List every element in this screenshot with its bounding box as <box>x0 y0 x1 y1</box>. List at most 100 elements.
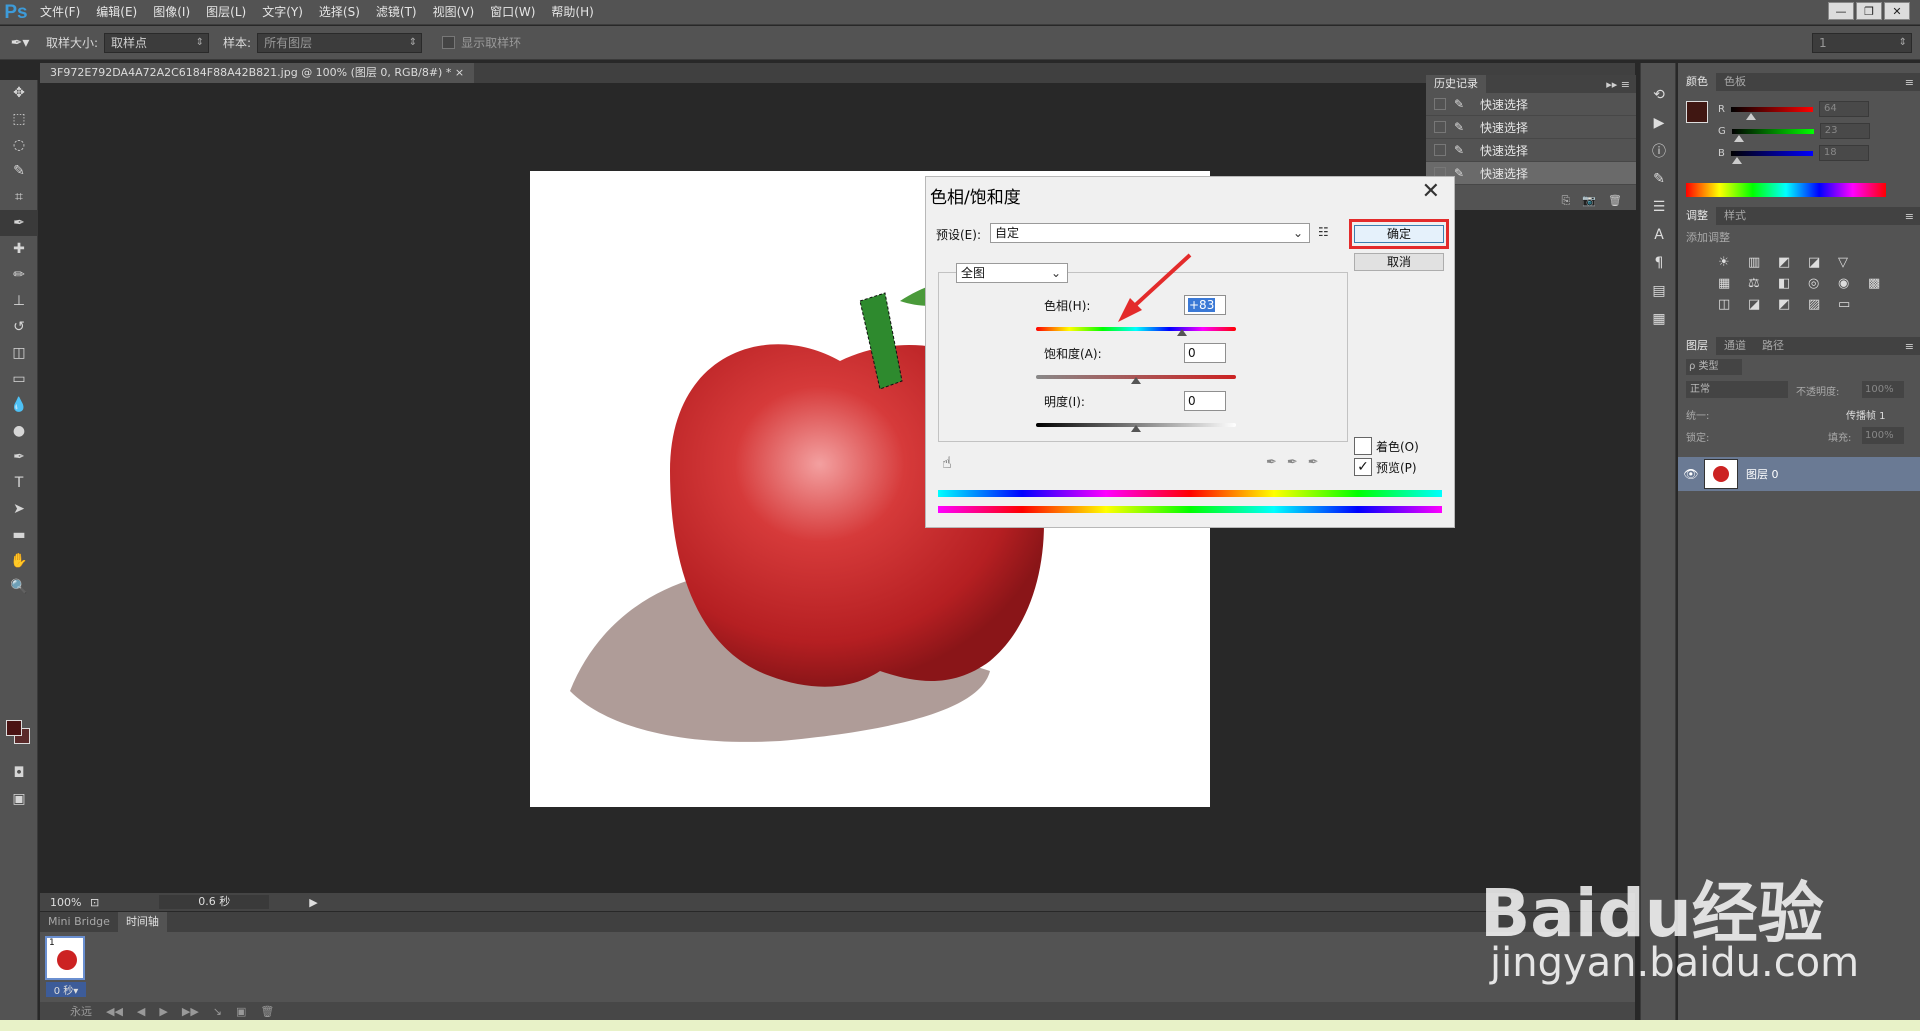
foreground-color-swatch[interactable] <box>6 720 22 736</box>
workspace-select[interactable]: 1 <box>1812 33 1912 53</box>
tab-mini-bridge[interactable]: Mini Bridge <box>40 912 118 932</box>
marquee-tool-icon[interactable]: ⬚ <box>0 106 38 132</box>
delete-icon[interactable]: 🗑 <box>1608 194 1622 210</box>
adjustment-icon[interactable]: ◧ <box>1778 276 1802 291</box>
preview-checkbox[interactable]: ✓ <box>1354 458 1372 476</box>
actions-dock-icon[interactable]: ▶ <box>1641 109 1677 137</box>
layer-kind-filter[interactable]: ρ 类型 <box>1686 359 1742 375</box>
channel-track[interactable] <box>1730 150 1813 156</box>
adjustment-icon[interactable]: ▭ <box>1838 297 1862 312</box>
propagate-frame-label[interactable]: 传播帧 1 <box>1846 407 1886 422</box>
preset-options-icon[interactable]: ☷ <box>1318 225 1329 239</box>
adjustment-icon[interactable]: ◫ <box>1718 297 1742 312</box>
brush-dock-icon[interactable]: ✎ <box>1641 165 1677 193</box>
adjustment-icon[interactable]: ◩ <box>1778 297 1802 312</box>
tween-icon[interactable]: ↘ <box>213 1005 222 1018</box>
channel-track[interactable] <box>1730 106 1813 112</box>
lasso-tool-icon[interactable]: ◌ <box>0 132 38 158</box>
menu-item[interactable]: 图层(L) <box>198 0 254 25</box>
history-snapshot-box[interactable] <box>1434 144 1446 156</box>
zoom-tool-icon[interactable]: 🔍 <box>0 574 38 600</box>
layer-row[interactable]: 👁 图层 0 <box>1678 457 1920 491</box>
tab-adjustments[interactable]: 调整 <box>1678 207 1716 225</box>
history-dock-icon[interactable]: ⟲ <box>1641 81 1677 109</box>
character-dock-icon[interactable]: A <box>1641 221 1677 249</box>
channel-value[interactable]: 64 <box>1818 101 1869 117</box>
brush-presets-dock-icon[interactable]: ☰ <box>1641 193 1677 221</box>
close-button[interactable]: ✕ <box>1884 2 1910 20</box>
play-icon[interactable]: ▶ <box>159 1005 167 1018</box>
history-brush-tool-icon[interactable]: ↺ <box>0 314 38 340</box>
restore-button[interactable]: ❐ <box>1856 2 1882 20</box>
healing-tool-icon[interactable]: ✚ <box>0 236 38 262</box>
stamp-tool-icon[interactable]: ⊥ <box>0 288 38 314</box>
adjustment-icon[interactable]: ⚖ <box>1748 276 1772 291</box>
menu-item[interactable]: 选择(S) <box>311 0 368 25</box>
dialog-close-icon[interactable]: ✕ <box>1422 179 1440 204</box>
color-menu-icon[interactable]: ≡ <box>1905 76 1920 89</box>
adjustment-icon[interactable]: ▽ <box>1838 255 1862 270</box>
document-tab[interactable]: 3F972E792DA4A72A2C6184F88A42B821.jpg @ 1… <box>40 63 475 83</box>
lightness-input[interactable]: 0 <box>1184 391 1226 411</box>
adjustment-icon[interactable] <box>1868 297 1892 312</box>
quick-select-tool-icon[interactable]: ✎ <box>0 158 38 184</box>
channel-select[interactable]: 全图 ⌄ <box>956 263 1068 283</box>
notes-dock-icon[interactable]: ▦ <box>1641 305 1677 333</box>
move-tool-icon[interactable]: ✥ <box>0 80 38 106</box>
tab-channels[interactable]: 通道 <box>1716 337 1754 355</box>
snapshot-icon[interactable]: 📷 <box>1582 194 1596 210</box>
loop-select[interactable]: 永远 <box>70 1003 92 1019</box>
duplicate-frame-icon[interactable]: ▣ <box>236 1005 246 1018</box>
first-frame-icon[interactable]: ◀◀ <box>106 1005 123 1018</box>
zoom-level[interactable]: 100% <box>40 896 90 909</box>
fg-color-box[interactable] <box>1686 101 1708 123</box>
path-select-tool-icon[interactable]: ➤ <box>0 496 38 522</box>
menu-item[interactable]: 文件(F) <box>32 0 88 25</box>
brush-tool-icon[interactable]: ✏ <box>0 262 38 288</box>
menu-item[interactable]: 窗口(W) <box>482 0 543 25</box>
eyedropper-tool-icon[interactable]: ✒ <box>0 210 38 236</box>
status-info-icon[interactable]: ⊡ <box>90 896 99 909</box>
tab-color[interactable]: 颜色 <box>1678 73 1716 91</box>
screen-mode-icon[interactable]: ▣ <box>0 786 38 812</box>
sample-size-select[interactable]: 取样点 <box>104 32 210 53</box>
history-item[interactable]: ✎ 快速选择 <box>1426 116 1636 139</box>
adjustment-icon[interactable]: ▩ <box>1868 276 1892 291</box>
adjust-menu-icon[interactable]: ≡ <box>1905 210 1920 223</box>
info-dock-icon[interactable]: ⓘ <box>1641 137 1677 165</box>
layers-menu-icon[interactable]: ≡ <box>1905 340 1920 353</box>
paragraph-dock-icon[interactable]: ¶ <box>1641 249 1677 277</box>
fill-input[interactable]: 100% <box>1862 427 1904 444</box>
saturation-input[interactable]: 0 <box>1184 343 1226 363</box>
adjustment-icon[interactable] <box>1868 255 1892 270</box>
channel-track[interactable] <box>1731 128 1814 134</box>
pen-tool-icon[interactable]: ✒ <box>0 444 38 470</box>
eyedropper-icon[interactable]: ✒▾ <box>0 35 40 51</box>
adjustment-icon[interactable]: ◪ <box>1748 297 1772 312</box>
hand-tool-icon[interactable]: ✋ <box>0 548 38 574</box>
tab-styles[interactable]: 样式 <box>1716 207 1754 225</box>
timeline-frame[interactable]: 1 <box>45 936 85 980</box>
shape-tool-icon[interactable]: ▬ <box>0 522 38 548</box>
type-tool-icon[interactable]: T <box>0 470 38 496</box>
status-arrow-icon[interactable]: ▶ <box>309 896 317 909</box>
adjustment-icon[interactable]: ◎ <box>1808 276 1832 291</box>
menu-item[interactable]: 编辑(E) <box>88 0 145 25</box>
history-item[interactable]: ✎ 快速选择 <box>1426 162 1636 185</box>
hue-slider-thumb[interactable] <box>1177 329 1187 336</box>
preset-select[interactable]: 自定 ⌄ <box>990 223 1310 243</box>
delete-frame-icon[interactable]: 🗑 <box>260 1005 274 1018</box>
close-tab-icon[interactable]: × <box>455 66 464 79</box>
properties-dock-icon[interactable]: ▤ <box>1641 277 1677 305</box>
opacity-input[interactable]: 100% <box>1862 381 1904 398</box>
blend-mode-select[interactable]: 正常 <box>1686 381 1788 398</box>
dodge-tool-icon[interactable]: ● <box>0 418 38 444</box>
channel-thumb[interactable] <box>1731 156 1742 164</box>
channel-thumb[interactable] <box>1746 112 1757 120</box>
history-snapshot-box[interactable] <box>1434 98 1446 110</box>
adjustment-icon[interactable]: ▥ <box>1748 255 1772 270</box>
blur-tool-icon[interactable]: 💧 <box>0 392 38 418</box>
new-document-icon[interactable]: ⎘ <box>1562 194 1571 210</box>
color-ramp[interactable] <box>1686 183 1886 197</box>
crop-tool-icon[interactable]: ⌗ <box>0 184 38 210</box>
